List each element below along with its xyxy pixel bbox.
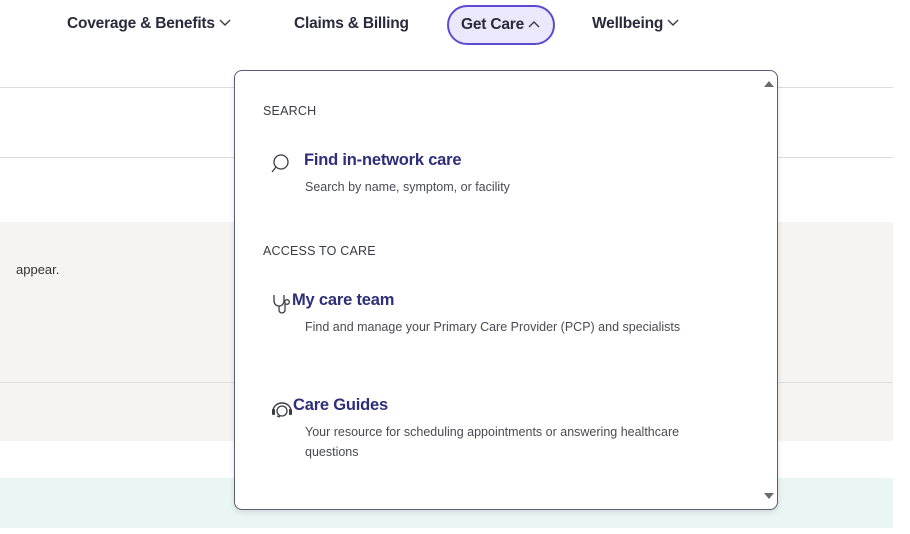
nav-get-care-label: Get Care	[461, 16, 525, 34]
search-icon	[271, 153, 293, 175]
menu-item-title[interactable]: Care Guides	[293, 396, 388, 415]
nav-coverage-benefits[interactable]: Coverage & Benefits	[67, 6, 232, 42]
scroll-up-arrow-icon[interactable]	[764, 81, 774, 87]
menu-item-title[interactable]: Find in-network care	[304, 151, 462, 170]
nav-coverage-benefits-label: Coverage & Benefits	[67, 15, 215, 33]
menu-item-care-guides[interactable]: Care Guides Your resource for scheduling…	[271, 396, 721, 472]
menu-item-title[interactable]: My care team	[292, 291, 394, 310]
headset-icon	[271, 398, 293, 420]
nav-wellbeing-label: Wellbeing	[592, 15, 664, 33]
top-navigation: Coverage & Benefits Claims & Billing Get…	[0, 0, 910, 50]
dropdown-scrollbar[interactable]	[761, 71, 777, 509]
menu-item-description: Search by name, symptom, or facility	[305, 180, 510, 194]
background-partial-text: appear.	[16, 262, 60, 277]
menu-item-description: Your resource for scheduling appointment…	[305, 425, 680, 459]
menu-item-description: Find and manage your Primary Care Provid…	[305, 320, 681, 334]
nav-claims-billing[interactable]: Claims & Billing	[294, 6, 409, 42]
nav-claims-billing-label: Claims & Billing	[294, 15, 409, 32]
section-heading-access-to-care: ACCESS TO CARE	[263, 244, 376, 258]
chevron-down-icon	[218, 6, 232, 42]
menu-item-find-in-network-care[interactable]: Find in-network care Search by name, sym…	[271, 151, 721, 201]
scroll-down-arrow-icon[interactable]	[764, 493, 774, 499]
chevron-up-icon	[527, 7, 541, 43]
stethoscope-icon	[271, 293, 293, 315]
menu-item-my-care-team[interactable]: My care team Find and manage your Primar…	[271, 291, 721, 367]
chevron-down-icon	[666, 6, 680, 42]
get-care-dropdown: SEARCH Find in-network care Search by na…	[234, 70, 778, 510]
nav-wellbeing[interactable]: Wellbeing	[592, 6, 680, 42]
nav-get-care[interactable]: Get Care	[447, 5, 556, 45]
section-heading-search: SEARCH	[263, 104, 317, 118]
